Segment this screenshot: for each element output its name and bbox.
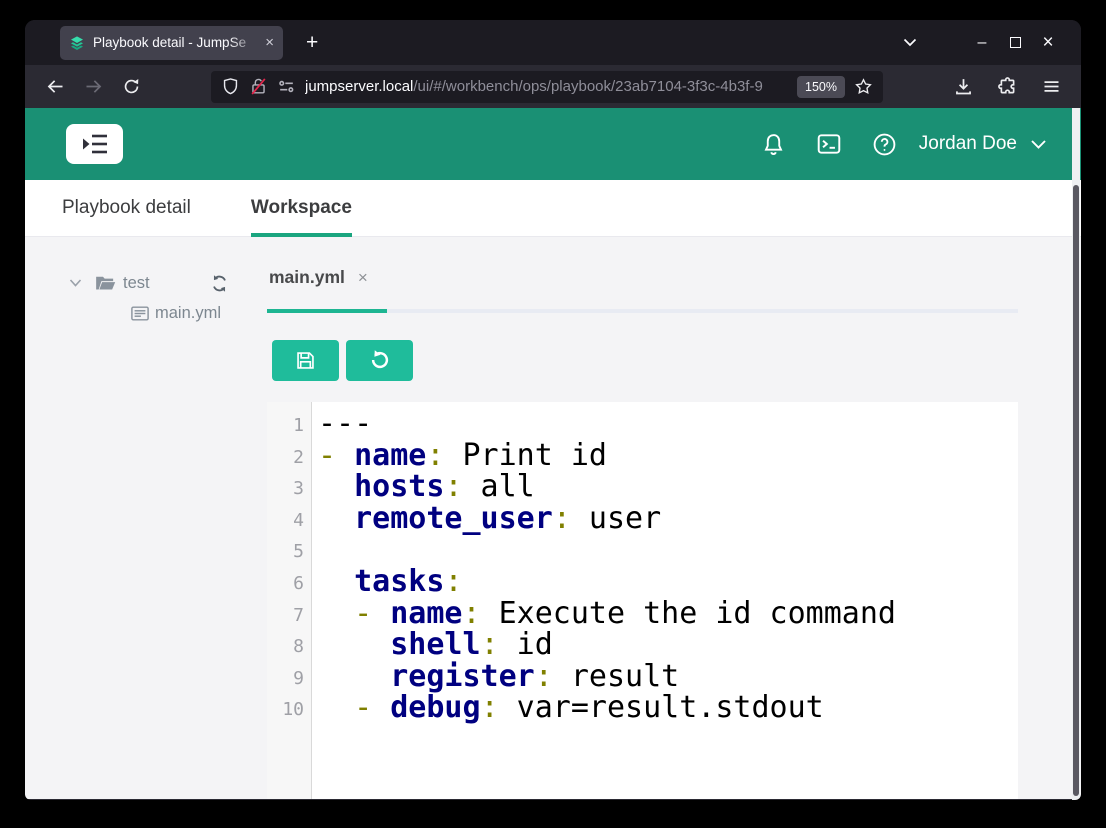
line-number: 5 <box>267 536 304 568</box>
window-minimize-button[interactable]: – <box>969 30 995 56</box>
line-number: 7 <box>267 600 304 632</box>
tab-playbook-detail[interactable]: Playbook detail <box>62 180 191 236</box>
browser-tab-playbook-detail[interactable]: Playbook detail - JumpSe × <box>60 26 283 60</box>
jumpserver-favicon-icon <box>69 35 85 51</box>
url-host: jumpserver.local <box>305 78 413 95</box>
tree-folder-label: test <box>123 274 150 293</box>
editor-tab-close-icon[interactable]: × <box>358 269 368 286</box>
code-editor[interactable]: 12345678910 ---- name: Print id hosts: a… <box>267 402 1018 799</box>
line-number: 4 <box>267 505 304 537</box>
menu-hamburger-icon[interactable] <box>1035 72 1067 102</box>
window-close-button[interactable]: × <box>1035 30 1061 56</box>
notification-bell-icon[interactable] <box>761 132 786 157</box>
new-tab-button[interactable]: + <box>300 30 324 55</box>
user-chevron-down-icon[interactable] <box>1030 139 1047 150</box>
code-lines[interactable]: ---- name: Print id hosts: all remote_us… <box>312 402 1018 799</box>
undo-icon <box>369 349 391 371</box>
line-number: 2 <box>267 442 304 474</box>
line-number: 6 <box>267 568 304 600</box>
lock-broken-icon[interactable] <box>249 77 268 96</box>
code-line[interactable]: remote_user: user <box>318 503 1018 535</box>
line-number: 1 <box>267 410 304 442</box>
bookmark-star-icon[interactable] <box>854 77 873 96</box>
editor-tab-bar: main.yml × <box>267 237 1018 288</box>
code-line[interactable]: tasks: <box>318 566 1018 598</box>
tree-folder-row[interactable]: test <box>25 270 267 296</box>
tab-close-icon[interactable]: × <box>265 35 274 50</box>
desktop-background: Playbook detail - JumpSe × + – × <box>0 0 1106 828</box>
tab-workspace[interactable]: Workspace <box>251 180 352 236</box>
downloads-button[interactable] <box>947 72 979 102</box>
save-button[interactable] <box>272 340 339 381</box>
code-line[interactable]: shell: id <box>318 629 1018 661</box>
file-icon <box>131 306 149 321</box>
page-scrollbar[interactable] <box>1072 108 1080 800</box>
editor-gutter: 12345678910 <box>267 402 312 799</box>
code-line[interactable]: hosts: all <box>318 471 1018 503</box>
sidebar-toggle-icon <box>81 133 109 155</box>
user-menu[interactable]: Jordan Doe <box>919 133 1017 155</box>
url-path: /ui/#/workbench/ops/playbook/23ab7104-3f… <box>413 78 762 95</box>
line-number: 8 <box>267 631 304 663</box>
maximize-icon <box>1010 37 1021 48</box>
tab-workspace-label: Workspace <box>251 197 352 219</box>
url-text: jumpserver.local/ui/#/workbench/ops/play… <box>305 78 791 95</box>
tree-file-row[interactable]: main.yml <box>25 300 267 326</box>
editor-tab-underline-track <box>267 309 1018 313</box>
code-line[interactable]: --- <box>318 408 1018 440</box>
page-tabs: Playbook detail Workspace <box>25 180 1081 237</box>
workspace-content: test <box>25 237 1081 799</box>
browser-tab-strip: Playbook detail - JumpSe × + – × <box>25 20 1081 65</box>
folder-open-icon <box>95 275 116 292</box>
extensions-puzzle-icon[interactable] <box>991 72 1023 102</box>
tree-file-label: main.yml <box>155 304 221 323</box>
app-header: Jordan Doe <box>25 108 1081 180</box>
editor-toolbar <box>272 340 1018 381</box>
line-number: 10 <box>267 694 304 726</box>
line-number: 3 <box>267 473 304 505</box>
editor-tab-mainyml[interactable]: main.yml <box>269 267 345 288</box>
shield-icon[interactable] <box>221 77 240 96</box>
forward-button[interactable] <box>77 72 109 102</box>
code-line[interactable]: - name: Execute the id command <box>318 598 1018 630</box>
tab-list-chevron-icon[interactable] <box>897 30 923 56</box>
line-number: 9 <box>267 663 304 695</box>
scrollbar-thumb[interactable] <box>1073 185 1079 796</box>
back-button[interactable] <box>39 72 71 102</box>
code-line[interactable]: - debug: var=result.stdout <box>318 692 1018 724</box>
refresh-icon[interactable] <box>210 274 229 293</box>
browser-tab-title: Playbook detail - JumpSe <box>93 35 259 50</box>
code-line[interactable]: register: result <box>318 661 1018 693</box>
help-icon[interactable] <box>872 132 897 157</box>
editor-panel: main.yml × <box>267 237 1018 799</box>
url-bar[interactable]: jumpserver.local/ui/#/workbench/ops/play… <box>211 71 883 103</box>
sidebar-toggle-button[interactable] <box>66 124 123 164</box>
permissions-icon[interactable] <box>277 77 296 96</box>
code-line[interactable] <box>318 534 1018 566</box>
browser-toolbar: jumpserver.local/ui/#/workbench/ops/play… <box>25 65 1081 108</box>
zoom-level-badge[interactable]: 150% <box>797 76 845 98</box>
editor-tab-underline <box>267 309 387 313</box>
browser-window: Playbook detail - JumpSe × + – × <box>25 20 1081 800</box>
tree-chevron-down-icon[interactable] <box>69 279 82 287</box>
reload-button[interactable] <box>115 72 147 102</box>
code-line[interactable]: - name: Print id <box>318 440 1018 472</box>
window-maximize-button[interactable] <box>1002 30 1028 56</box>
revert-button[interactable] <box>346 340 413 381</box>
web-terminal-icon[interactable] <box>816 131 842 157</box>
save-floppy-icon <box>295 350 316 371</box>
